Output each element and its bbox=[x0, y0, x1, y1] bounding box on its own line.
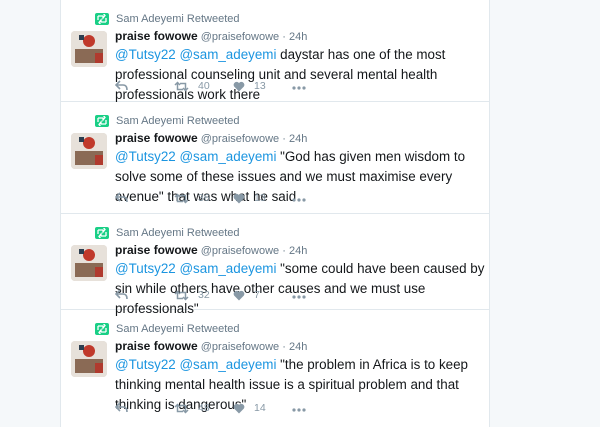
retweet-button[interactable]: 36 bbox=[174, 192, 210, 204]
tweet-text: @Tutsy22 @sam_adeyemi daystar has one of… bbox=[115, 45, 485, 105]
tweet[interactable]: Sam Adeyemi Retweeted praise fowowe @pra… bbox=[61, 0, 489, 102]
separator: · bbox=[282, 31, 286, 43]
reply-button[interactable] bbox=[115, 192, 128, 203]
retweet-icon bbox=[95, 13, 109, 25]
tweet[interactable]: Sam Adeyemi Retweeted praise fowowe @pra… bbox=[61, 310, 489, 427]
more-dots-icon bbox=[292, 86, 306, 90]
author-handle[interactable]: @praisefowowe bbox=[201, 133, 279, 145]
retweet-button[interactable]: 40 bbox=[174, 80, 210, 92]
like-button[interactable]: 13 bbox=[233, 80, 266, 92]
author-name[interactable]: praise fowowe bbox=[115, 339, 198, 353]
like-count: 13 bbox=[254, 192, 266, 204]
like-heart-icon bbox=[233, 193, 245, 203]
author-name[interactable]: praise fowowe bbox=[115, 243, 198, 257]
retweet-icon bbox=[95, 115, 109, 127]
timestamp[interactable]: 24h bbox=[289, 341, 307, 353]
tweet-header: praise fowowe @praisefowowe · 24h bbox=[115, 339, 307, 353]
retweet-button[interactable]: 32 bbox=[174, 289, 210, 301]
timestamp[interactable]: 24h bbox=[289, 133, 307, 145]
avatar[interactable] bbox=[71, 245, 107, 281]
retweet-icon bbox=[174, 289, 189, 301]
mention-link[interactable]: @sam_adeyemi bbox=[179, 261, 276, 276]
like-button[interactable]: 13 bbox=[233, 192, 266, 204]
mention-link[interactable]: @Tutsy22 bbox=[115, 261, 176, 276]
reply-button[interactable] bbox=[115, 402, 128, 413]
retweet-icon bbox=[95, 323, 109, 335]
author-handle[interactable]: @praisefowowe bbox=[201, 31, 279, 43]
retweet-context[interactable]: Sam Adeyemi Retweeted bbox=[95, 322, 240, 336]
mention-link[interactable]: @Tutsy22 bbox=[115, 357, 176, 372]
reply-icon bbox=[115, 192, 128, 203]
tweet-actions: 40 13 bbox=[115, 80, 315, 96]
retweeted-by-label: Sam Adeyemi Retweeted bbox=[116, 13, 240, 25]
like-count: 13 bbox=[254, 80, 266, 92]
mention-link[interactable]: @sam_adeyemi bbox=[179, 47, 276, 62]
like-button[interactable]: 7 bbox=[233, 289, 260, 301]
timestamp[interactable]: 24h bbox=[289, 31, 307, 43]
like-button[interactable]: 14 bbox=[233, 402, 266, 414]
like-count: 7 bbox=[254, 289, 260, 301]
like-heart-icon bbox=[233, 81, 245, 91]
mention-link[interactable]: @sam_adeyemi bbox=[179, 357, 276, 372]
more-button[interactable] bbox=[292, 408, 306, 412]
retweeted-by-label: Sam Adeyemi Retweeted bbox=[116, 227, 240, 239]
like-heart-icon bbox=[233, 290, 245, 300]
retweet-button[interactable]: 48 bbox=[174, 402, 210, 414]
avatar[interactable] bbox=[71, 31, 107, 67]
more-dots-icon bbox=[292, 295, 306, 299]
more-button[interactable] bbox=[292, 198, 306, 202]
reply-icon bbox=[115, 402, 128, 413]
avatar[interactable] bbox=[71, 341, 107, 377]
more-dots-icon bbox=[292, 408, 306, 412]
retweet-count: 40 bbox=[198, 80, 210, 92]
tweet[interactable]: Sam Adeyemi Retweeted praise fowowe @pra… bbox=[61, 214, 489, 316]
author-handle[interactable]: @praisefowowe bbox=[201, 245, 279, 257]
retweeted-by-label: Sam Adeyemi Retweeted bbox=[116, 323, 240, 335]
tweet-actions: 32 7 bbox=[115, 289, 315, 305]
reply-button[interactable] bbox=[115, 289, 128, 300]
like-count: 14 bbox=[254, 402, 266, 414]
retweet-icon bbox=[174, 80, 189, 92]
tweet-header: praise fowowe @praisefowowe · 24h bbox=[115, 243, 307, 257]
retweet-count: 48 bbox=[198, 402, 210, 414]
reply-icon bbox=[115, 80, 128, 91]
author-name[interactable]: praise fowowe bbox=[115, 29, 198, 43]
tweet-actions: 48 14 bbox=[115, 402, 315, 418]
author-name[interactable]: praise fowowe bbox=[115, 131, 198, 145]
more-button[interactable] bbox=[292, 86, 306, 90]
reply-icon bbox=[115, 289, 128, 300]
retweet-icon bbox=[174, 192, 189, 204]
retweeted-by-label: Sam Adeyemi Retweeted bbox=[116, 115, 240, 127]
separator: · bbox=[282, 341, 286, 353]
retweet-context[interactable]: Sam Adeyemi Retweeted bbox=[95, 226, 240, 240]
author-handle[interactable]: @praisefowowe bbox=[201, 341, 279, 353]
retweet-context[interactable]: Sam Adeyemi Retweeted bbox=[95, 114, 240, 128]
separator: · bbox=[282, 245, 286, 257]
tweet-header: praise fowowe @praisefowowe · 24h bbox=[115, 29, 307, 43]
retweet-count: 32 bbox=[198, 289, 210, 301]
more-dots-icon bbox=[292, 198, 306, 202]
timeline: Sam Adeyemi Retweeted praise fowowe @pra… bbox=[60, 0, 490, 427]
retweet-icon bbox=[174, 402, 189, 414]
mention-link[interactable]: @Tutsy22 bbox=[115, 47, 176, 62]
mention-link[interactable]: @Tutsy22 bbox=[115, 149, 176, 164]
retweet-icon bbox=[95, 227, 109, 239]
like-heart-icon bbox=[233, 403, 245, 413]
retweet-count: 36 bbox=[198, 192, 210, 204]
reply-button[interactable] bbox=[115, 80, 128, 91]
timestamp[interactable]: 24h bbox=[289, 245, 307, 257]
tweet-actions: 36 13 bbox=[115, 192, 315, 208]
tweet[interactable]: Sam Adeyemi Retweeted praise fowowe @pra… bbox=[61, 102, 489, 214]
avatar[interactable] bbox=[71, 133, 107, 169]
mention-link[interactable]: @sam_adeyemi bbox=[179, 149, 276, 164]
separator: · bbox=[282, 133, 286, 145]
more-button[interactable] bbox=[292, 295, 306, 299]
retweet-context[interactable]: Sam Adeyemi Retweeted bbox=[95, 12, 240, 26]
tweet-header: praise fowowe @praisefowowe · 24h bbox=[115, 131, 307, 145]
